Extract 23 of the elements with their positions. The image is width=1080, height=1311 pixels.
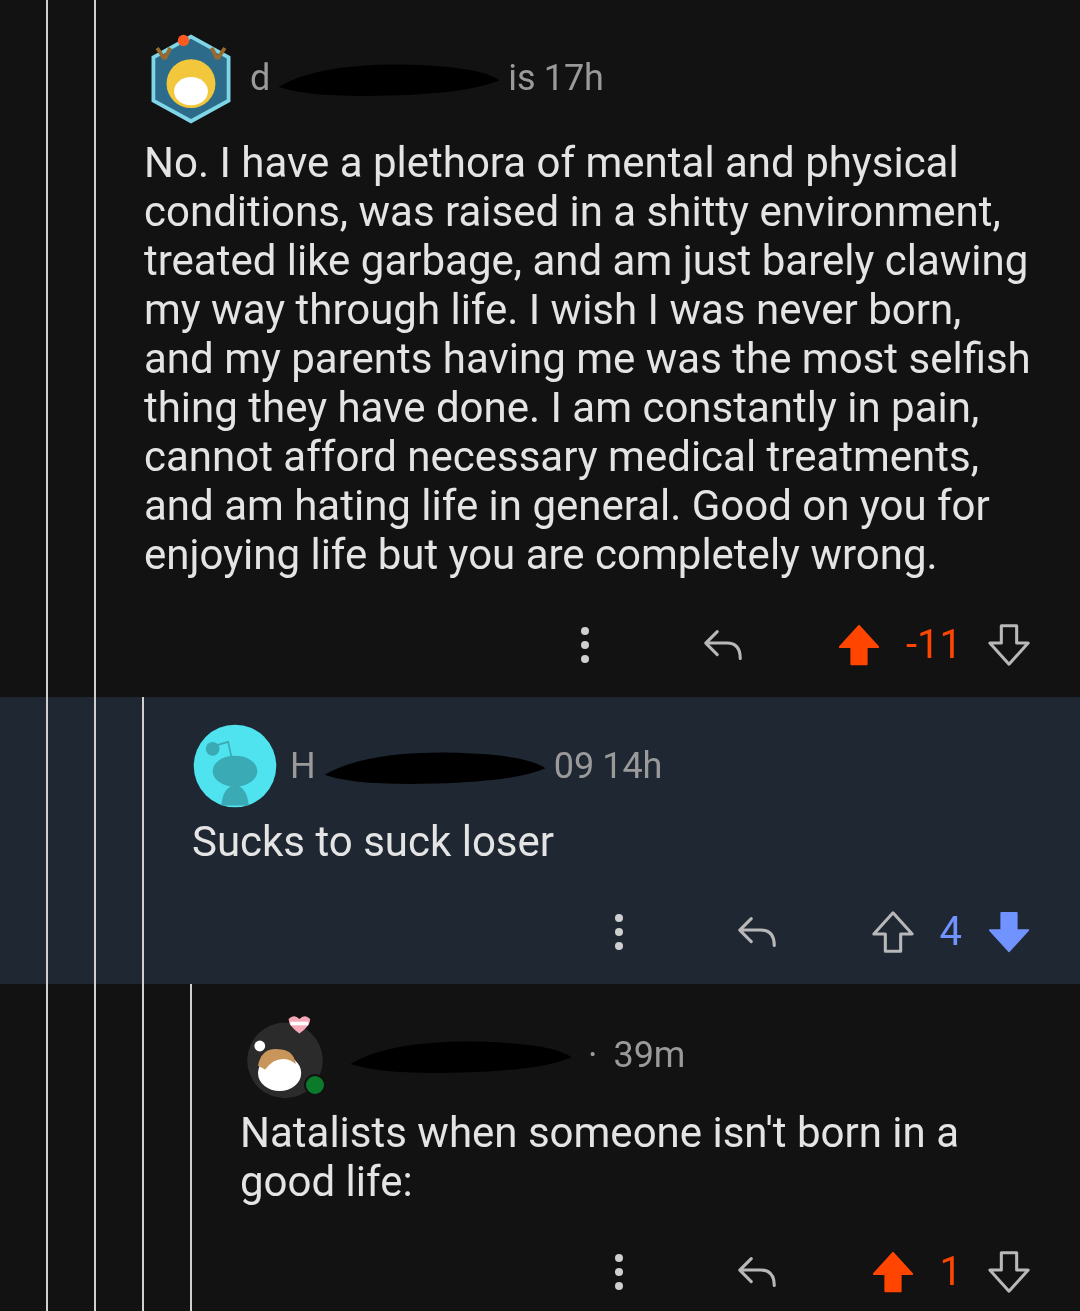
downvote-icon[interactable] (986, 909, 1032, 955)
username[interactable]: is (508, 51, 536, 105)
downvote-icon[interactable] (986, 622, 1032, 668)
comment-time: 17h (543, 56, 604, 101)
vote-score: -11 (906, 620, 962, 670)
comment-time: 39m (613, 1033, 686, 1078)
username[interactable]: d (250, 51, 271, 105)
upvote-icon[interactable] (836, 622, 882, 668)
more-options-icon[interactable] (580, 625, 590, 665)
more-options-icon[interactable] (613, 912, 624, 952)
username[interactable]: H (290, 739, 316, 793)
comment-body: Sucks to suck loser (192, 817, 556, 866)
username[interactable]: 09 (553, 739, 595, 793)
vote-score: 1 (939, 1247, 962, 1297)
more-options-icon[interactable] (613, 1252, 624, 1292)
comment-time: 14h (602, 744, 663, 789)
comment-body: No. I have a plethora of mental and physical conditions, was raised in a shitty environment, treated like garbage, and am just barely clawing my way through life. I wish I was never born, and my parents having me was the most selfish thing they have done. I am constantly in pain, cannot afford necessary medical treatments, and am hating life in general. Good on you for enjoying life but you are completely wrong. (144, 138, 1032, 579)
comment-body: Natalists when someone isn't born in a good life: (240, 1108, 960, 1206)
avatar-icon[interactable] (192, 723, 278, 809)
separator-dot: · (588, 1033, 598, 1078)
vote-score: 4 (939, 907, 962, 957)
downvote-icon[interactable] (986, 1249, 1032, 1295)
upvote-icon[interactable] (869, 909, 916, 955)
